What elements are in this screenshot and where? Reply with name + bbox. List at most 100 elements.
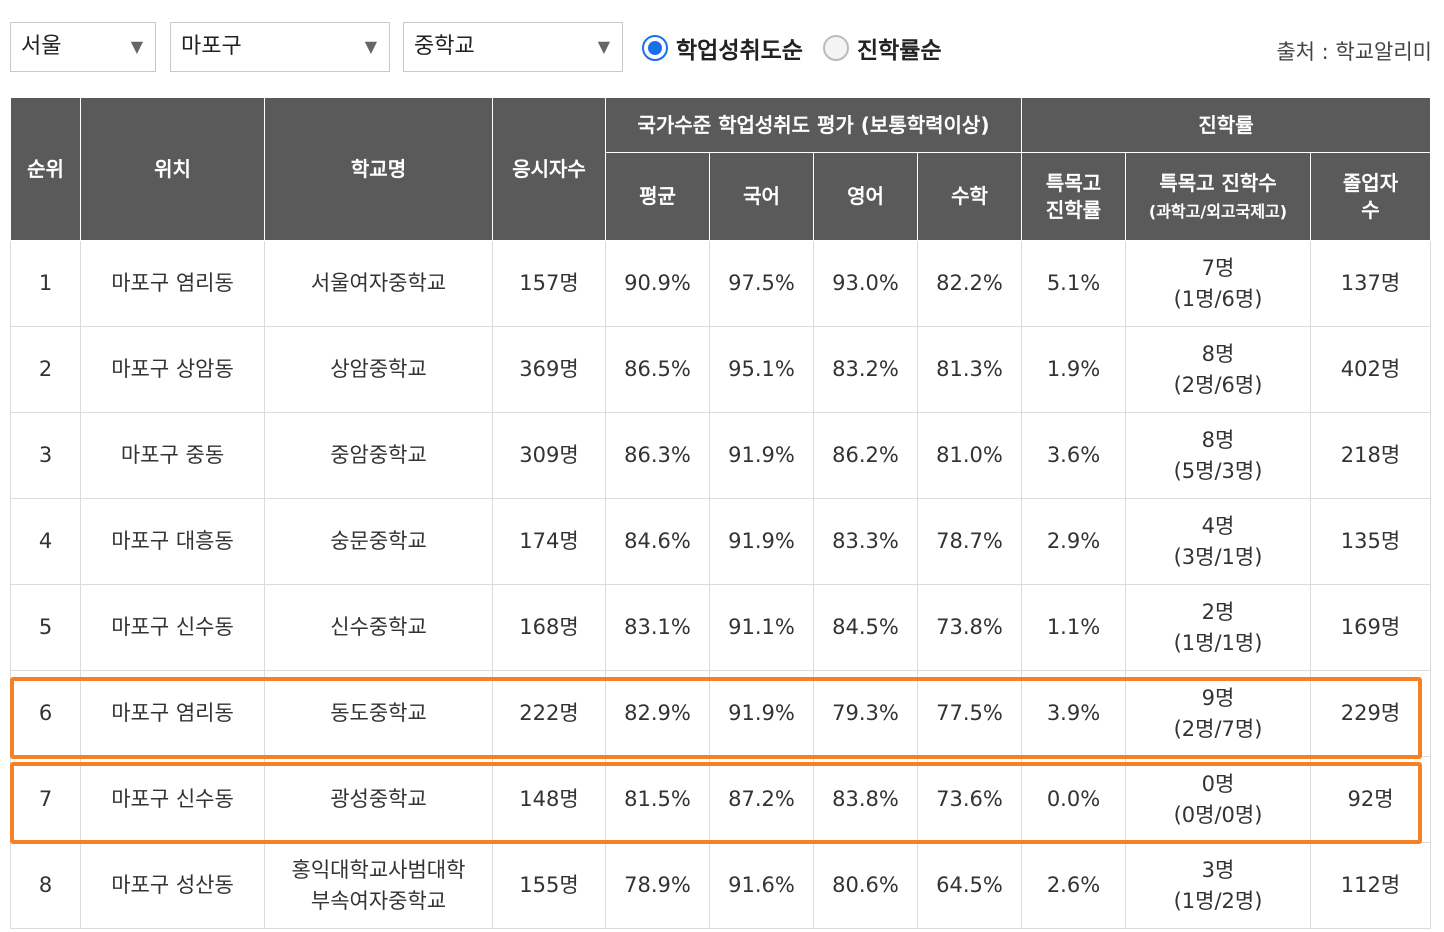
header-graduates: 졸업자 수 <box>1310 152 1431 241</box>
cell-average: 86.3% <box>605 412 710 499</box>
cell-location: 마포구 염리동 <box>80 240 265 327</box>
header-math: 수학 <box>917 152 1022 241</box>
cell-graduates: 218명 <box>1310 412 1431 499</box>
school-level-select-value: 중학교 <box>414 34 475 59</box>
cell-school: 신수중학교 <box>264 584 493 671</box>
cell-english: 83.2% <box>813 326 918 413</box>
sort-by-advancement-radio[interactable]: 진학률순 <box>822 31 942 65</box>
cell-special-count: 0명 (0명/0명) <box>1125 756 1311 843</box>
region-select-value: 서울 <box>21 34 62 59</box>
district-select-value: 마포구 <box>181 34 242 59</box>
table-row: 3 마포구 중동 중암중학교 309명 86.3% 91.9% 86.2% 81.0% 3.6%… <box>10 412 1431 499</box>
cell-english: 83.8% <box>813 756 918 843</box>
cell-special-count: 2명 (1명/1명) <box>1125 584 1311 671</box>
cell-school: 광성중학교 <box>264 756 493 843</box>
cell-average: 84.6% <box>605 498 710 585</box>
filter-bar: 서울 ▼ 마포구 ▼ 중학교 ▼ 학업성취도순 진학률순 출처 : 학교알리미 <box>0 0 1444 96</box>
cell-special-rate: 3.6% <box>1021 412 1126 499</box>
cell-location: 마포구 신수동 <box>80 584 265 671</box>
cell-average: 82.9% <box>605 670 710 757</box>
cell-special-rate: 1.1% <box>1021 584 1126 671</box>
cell-english: 80.6% <box>813 842 918 929</box>
header-special-count: 특목고 진학수 (과학고/외고국제고) <box>1125 152 1311 241</box>
cell-english: 86.2% <box>813 412 918 499</box>
cell-examinees: 309명 <box>492 412 606 499</box>
cell-school: 홍익대학교사범대학 부속여자중학교 <box>264 842 493 929</box>
cell-korean: 91.6% <box>709 842 814 929</box>
cell-special-count: 8명 (5명/3명) <box>1125 412 1311 499</box>
cell-average: 83.1% <box>605 584 710 671</box>
cell-average: 86.5% <box>605 326 710 413</box>
cell-average: 90.9% <box>605 240 710 327</box>
cell-graduates: 169명 <box>1310 584 1431 671</box>
table-row: 2 마포구 상암동 상암중학교 369명 86.5% 95.1% 83.2% 81.3% 1.9… <box>10 326 1431 413</box>
cell-school: 서울여자중학교 <box>264 240 493 327</box>
cell-graduates: 229명 <box>1310 670 1431 757</box>
radio-checked-icon <box>642 35 668 61</box>
table-row: 7 마포구 신수동 광성중학교 148명 81.5% 87.2% 83.8% 73.6% 0.0… <box>10 756 1431 843</box>
cell-rank: 6 <box>10 670 81 757</box>
region-select[interactable]: 서울 ▼ <box>10 22 156 72</box>
cell-korean: 91.9% <box>709 670 814 757</box>
cell-examinees: 174명 <box>492 498 606 585</box>
cell-special-rate: 5.1% <box>1021 240 1126 327</box>
header-korean: 국어 <box>709 152 814 241</box>
cell-school: 중암중학교 <box>264 412 493 499</box>
table-row: 8 마포구 성산동 홍익대학교사범대학 부속여자중학교 155명 78.9% 91.6% 80… <box>10 842 1431 929</box>
sort-by-advancement-label: 진학률순 <box>856 38 942 64</box>
cell-rank: 1 <box>10 240 81 327</box>
cell-special-rate: 2.6% <box>1021 842 1126 929</box>
cell-math: 64.5% <box>917 842 1022 929</box>
cell-school: 숭문중학교 <box>264 498 493 585</box>
sort-by-achievement-label: 학업성취도순 <box>676 38 803 64</box>
cell-special-count: 8명 (2명/6명) <box>1125 326 1311 413</box>
cell-math: 82.2% <box>917 240 1022 327</box>
cell-korean: 97.5% <box>709 240 814 327</box>
sort-radio-group: 학업성취도순 진학률순 <box>642 28 962 68</box>
cell-math: 73.6% <box>917 756 1022 843</box>
school-level-select[interactable]: 중학교 ▼ <box>403 22 623 72</box>
cell-location: 마포구 염리동 <box>80 670 265 757</box>
cell-math: 77.5% <box>917 670 1022 757</box>
table-row: 1 마포구 염리동 서울여자중학교 157명 90.9% 97.5% 93.0% 82.2% 5… <box>10 240 1431 327</box>
cell-rank: 8 <box>10 842 81 929</box>
cell-special-count: 3명 (1명/2명) <box>1125 842 1311 929</box>
cell-korean: 87.2% <box>709 756 814 843</box>
cell-special-rate: 0.0% <box>1021 756 1126 843</box>
header-school: 학교명 <box>264 97 493 241</box>
cell-examinees: 155명 <box>492 842 606 929</box>
cell-rank: 3 <box>10 412 81 499</box>
cell-rank: 4 <box>10 498 81 585</box>
cell-examinees: 168명 <box>492 584 606 671</box>
cell-location: 마포구 성산동 <box>80 842 265 929</box>
cell-location: 마포구 상암동 <box>80 326 265 413</box>
cell-rank: 7 <box>10 756 81 843</box>
table-row: 6 마포구 염리동 동도중학교 222명 82.9% 91.9% 79.3% 77.5% 3.9… <box>10 670 1431 757</box>
cell-rank: 5 <box>10 584 81 671</box>
cell-special-count: 9명 (2명/7명) <box>1125 670 1311 757</box>
header-rank: 순위 <box>10 97 81 241</box>
cell-special-count: 7명 (1명/6명) <box>1125 240 1311 327</box>
cell-graduates: 402명 <box>1310 326 1431 413</box>
cell-special-count: 4명 (3명/1명) <box>1125 498 1311 585</box>
cell-math: 73.8% <box>917 584 1022 671</box>
cell-examinees: 148명 <box>492 756 606 843</box>
cell-special-rate: 3.9% <box>1021 670 1126 757</box>
cell-average: 78.9% <box>605 842 710 929</box>
district-select[interactable]: 마포구 ▼ <box>170 22 390 72</box>
cell-examinees: 369명 <box>492 326 606 413</box>
header-advancement-group: 진학률 <box>1021 97 1431 153</box>
sort-by-achievement-radio[interactable]: 학업성취도순 <box>642 31 803 65</box>
cell-korean: 95.1% <box>709 326 814 413</box>
cell-korean: 91.9% <box>709 412 814 499</box>
cell-rank: 2 <box>10 326 81 413</box>
cell-examinees: 222명 <box>492 670 606 757</box>
cell-korean: 91.9% <box>709 498 814 585</box>
cell-graduates: 112명 <box>1310 842 1431 929</box>
header-examinees: 응시자수 <box>492 97 606 241</box>
table-row: 4 마포구 대흥동 숭문중학교 174명 84.6% 91.9% 83.3% 78.7% 2.9… <box>10 498 1431 585</box>
cell-location: 마포구 중동 <box>80 412 265 499</box>
cell-location: 마포구 신수동 <box>80 756 265 843</box>
cell-math: 78.7% <box>917 498 1022 585</box>
school-ranking-table: 순위 위치 학교명 응시자수 국가수준 학업성취도 평가 (보통학력이상) 진학… <box>10 97 1431 929</box>
